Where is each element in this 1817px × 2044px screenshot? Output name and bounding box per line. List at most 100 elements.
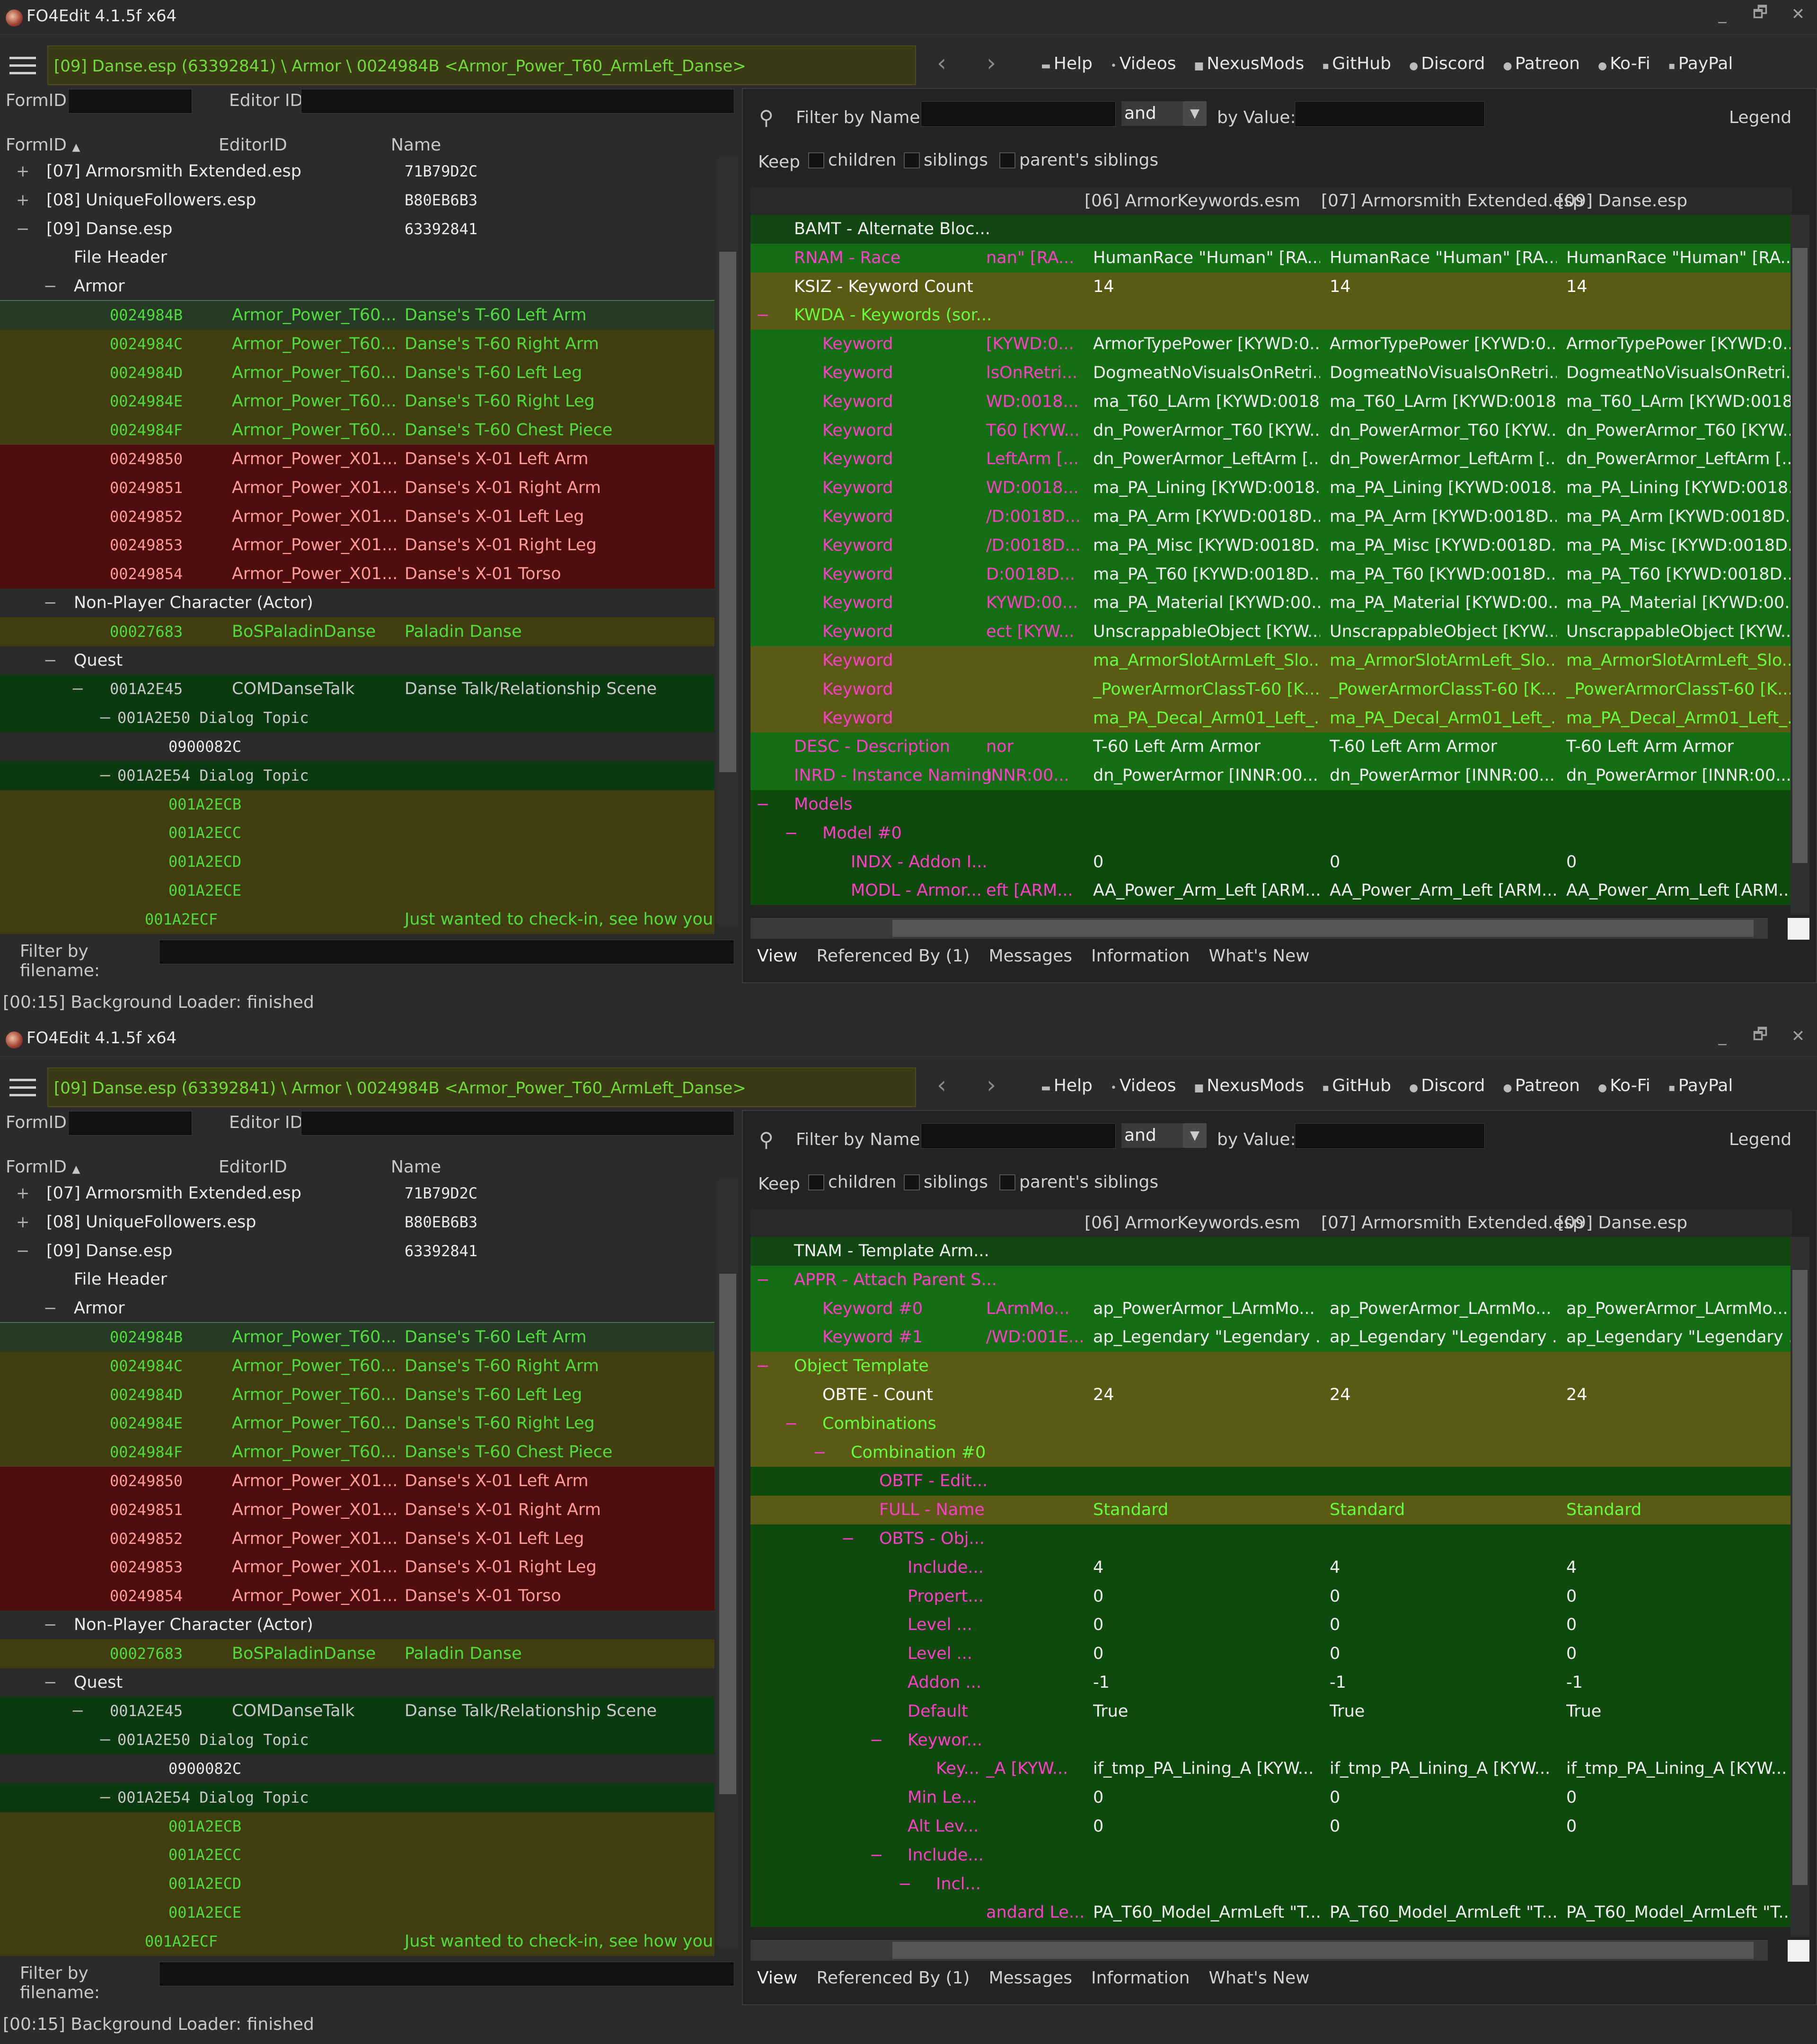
grid-row[interactable]: − Model #0 — [750, 819, 1794, 848]
tree-row[interactable]: − Quest — [0, 646, 714, 675]
grid-row[interactable]: Keyword #0 LArmMo... ap_PowerArmor_LArmMo.… — [750, 1294, 1794, 1323]
link-github[interactable]: ▪ GitHub — [1322, 54, 1391, 73]
grid-row[interactable]: Keyword [KYWD:0... ArmorTypePower [KYWD:0… — [750, 330, 1794, 359]
filter-value-input[interactable] — [1295, 1123, 1485, 1149]
tree-row[interactable]: − Armor — [0, 1294, 714, 1323]
link-nexusmods[interactable]: ■ NexusMods — [1194, 1076, 1304, 1095]
parent-siblings-checkbox[interactable] — [999, 152, 1015, 168]
grid-vertical-scrollbar[interactable] — [1791, 215, 1809, 915]
tree-row[interactable]: 0024984F Armor_Power_T60... Danse's T-60 C… — [0, 416, 714, 445]
grid-row[interactable]: andard Le... PA_T60_Model_ArmLeft "T... PA… — [750, 1898, 1794, 1928]
grid-row[interactable]: Keyword T60 [KYW... dn_PowerArmor_T60 [KYW… — [750, 416, 1794, 445]
tree-row[interactable]: 00249851 Armor_Power_X01... Danse's X-01 R… — [0, 473, 714, 502]
grid-row[interactable]: Keyword/D:0018D... ma_PA_Arm [KYWD:0018D.… — [750, 502, 1794, 531]
grid-row[interactable]: Include... 4 4 4 — [750, 1553, 1794, 1582]
tree-row[interactable]: − [09] Danse.esp 63392841 — [0, 1237, 714, 1266]
grid-row[interactable]: Alt Lev... 0 0 0 — [750, 1812, 1794, 1841]
pin-icon[interactable]: ⚲ — [759, 106, 774, 129]
collapse-icon[interactable]: − — [785, 1410, 798, 1438]
grid-row[interactable]: INRD - Instance Naming INNR:00... dn_Power… — [750, 761, 1794, 790]
link-help[interactable]: ▬ Help — [1041, 1076, 1093, 1095]
collapse-icon[interactable]: − — [785, 819, 798, 848]
column-header-editorid[interactable]: EditorID — [219, 135, 287, 155]
tree-row[interactable]: − Non-Player Character (Actor) — [0, 1611, 714, 1639]
grid-row[interactable]: − Combinations — [750, 1409, 1794, 1438]
grid-row[interactable]: Min Le... 0 0 0 — [750, 1783, 1794, 1812]
column-header-name[interactable]: Name — [391, 135, 441, 155]
tree-row[interactable]: 001A2ECF Just wanted to check-in, see how… — [0, 1927, 714, 1956]
minimize-button[interactable]: _ — [1703, 1022, 1741, 1050]
link-paypal[interactable]: ▪ PayPal — [1668, 54, 1733, 73]
tree-row[interactable]: − 001A2E45 COMDanseTalk Danse Talk/Relation… — [0, 675, 714, 704]
link-videos[interactable]: • Videos — [1111, 54, 1176, 73]
tree-row[interactable]: − Non-Player Character (Actor) — [0, 589, 714, 617]
grid-row[interactable]: Keyword WD:0018... ma_T60_LArm [KYWD:0018.… — [750, 387, 1794, 416]
tree-row[interactable]: 001A2ECF Just wanted to check-in, see how… — [0, 905, 714, 934]
tab-information[interactable]: Information — [1091, 946, 1190, 966]
grid-row[interactable]: BAMT - Alternate Bloc... — [750, 215, 1794, 244]
minimize-button[interactable]: _ — [1703, 0, 1741, 28]
tree-row[interactable]: − 001A2E45 COMDanseTalk Danse Talk/Relation… — [0, 1697, 714, 1726]
collapse-icon[interactable]: − — [44, 1668, 57, 1697]
tab-information[interactable]: Information — [1091, 1968, 1190, 1988]
link-videos[interactable]: • Videos — [1111, 1076, 1176, 1095]
grid-horizontal-scrollbar[interactable] — [750, 1940, 1768, 1961]
collapse-icon[interactable]: − — [756, 1352, 770, 1381]
grid-row[interactable]: Keyword LeftArm [... dn_PowerArmor_LeftArm… — [750, 445, 1794, 474]
column-header-armorkeywords[interactable]: [06] ArmorKeywords.esm — [1085, 191, 1300, 211]
tree-row[interactable]: 00027683 BoSPaladinDanse Paladin Danse — [0, 1639, 714, 1668]
grid-row[interactable]: Keyword ma_ArmorSlotArmLeft_Slo... ma_Armo… — [750, 646, 1794, 675]
tree-row[interactable]: 001A2ECB — [0, 1812, 714, 1841]
link-ko-fi[interactable]: ● Ko-Fi — [1598, 1076, 1650, 1095]
tree-row[interactable]: 001A2ECC — [0, 1841, 714, 1870]
grid-row[interactable]: Keyword/D:0018D... ma_PA_Misc [KYWD:0018D… — [750, 531, 1794, 560]
link-patreon[interactable]: ● Patreon — [1503, 54, 1580, 73]
collapse-icon[interactable]: − — [44, 1611, 57, 1639]
collapse-icon[interactable]: − — [44, 589, 57, 617]
tree-row[interactable]: 0024984C Armor_Power_T60... Danse's T-60 R… — [0, 329, 714, 359]
filter-value-input[interactable] — [1295, 101, 1485, 127]
collapse-icon[interactable]: − — [898, 1870, 912, 1899]
column-header-editorid[interactable]: EditorID — [219, 1157, 287, 1177]
collapse-icon[interactable]: − — [71, 675, 85, 704]
grid-row[interactable]: Default True True True — [750, 1697, 1794, 1726]
restore-button[interactable]: 🗗 — [1741, 0, 1779, 28]
grid-row[interactable]: Keyword lsOnRetri... DogmeatNoVisualsOnRet… — [750, 358, 1794, 388]
grid-row[interactable]: Keyword #1/WD:001E... ap_Legendary "Legen… — [750, 1323, 1794, 1352]
grid-row[interactable]: Keyword _PowerArmorClassT-60 [K... _PowerA… — [750, 675, 1794, 704]
tree-row[interactable]: − [09] Danse.esp 63392841 — [0, 215, 714, 244]
tree-row[interactable]: 001A2ECB — [0, 790, 714, 819]
editorid-filter-input[interactable] — [301, 89, 734, 114]
link-ko-fi[interactable]: ● Ko-Fi — [1598, 54, 1650, 73]
tree-row[interactable]: + [08] UniqueFollowers.esp B80EB6B3 — [0, 1208, 714, 1237]
collapse-icon[interactable]: − — [813, 1438, 827, 1467]
tree-row[interactable]: 00249852 Armor_Power_X01... Danse's X-01 L… — [0, 1524, 714, 1553]
collapse-icon[interactable]: − — [870, 1726, 883, 1755]
grid-row[interactable]: DESC - Description nor T-60 Left Arm Armor… — [750, 732, 1794, 762]
grid-hscroll-thumb[interactable] — [892, 920, 1754, 937]
collapse-icon[interactable]: − — [44, 1294, 57, 1323]
pin-icon[interactable]: ⚲ — [759, 1128, 774, 1151]
collapse-icon[interactable]: − — [98, 704, 112, 732]
tree-row[interactable]: 0024984B Armor_Power_T60... Danse's T-60 L… — [0, 300, 714, 331]
collapse-icon[interactable]: − — [16, 1237, 30, 1266]
tree-scrollbar[interactable] — [717, 1179, 738, 1948]
menu-icon[interactable] — [9, 57, 36, 76]
tree-row[interactable]: 00249852 Armor_Power_X01... Danse's X-01 L… — [0, 502, 714, 531]
grid-row[interactable]: − Include... — [750, 1841, 1794, 1870]
siblings-checkbox[interactable] — [904, 1174, 920, 1190]
expand-icon[interactable]: + — [16, 186, 30, 215]
siblings-checkbox[interactable] — [904, 152, 920, 168]
grid-hscroll-thumb[interactable] — [892, 1942, 1754, 1959]
column-header-armorkeywords[interactable]: [06] ArmorKeywords.esm — [1085, 1213, 1300, 1233]
tree-scrollbar-thumb[interactable] — [719, 252, 736, 772]
children-checkbox[interactable] — [808, 1174, 824, 1190]
tree-row[interactable]: −001A2E54 Dialog Topic — [0, 761, 714, 790]
collapse-icon[interactable]: − — [756, 790, 770, 819]
tree-row[interactable]: − Armor — [0, 272, 714, 301]
link-discord[interactable]: ● Discord — [1409, 54, 1485, 73]
tree-row[interactable]: + [07] Armorsmith Extended.esp 71B79D2C — [0, 157, 714, 186]
column-header-formid[interactable]: FormID ▲ — [6, 1157, 80, 1177]
tree-row[interactable]: 00249853 Armor_Power_X01... Danse's X-01 R… — [0, 531, 714, 560]
link-discord[interactable]: ● Discord — [1409, 1076, 1485, 1095]
